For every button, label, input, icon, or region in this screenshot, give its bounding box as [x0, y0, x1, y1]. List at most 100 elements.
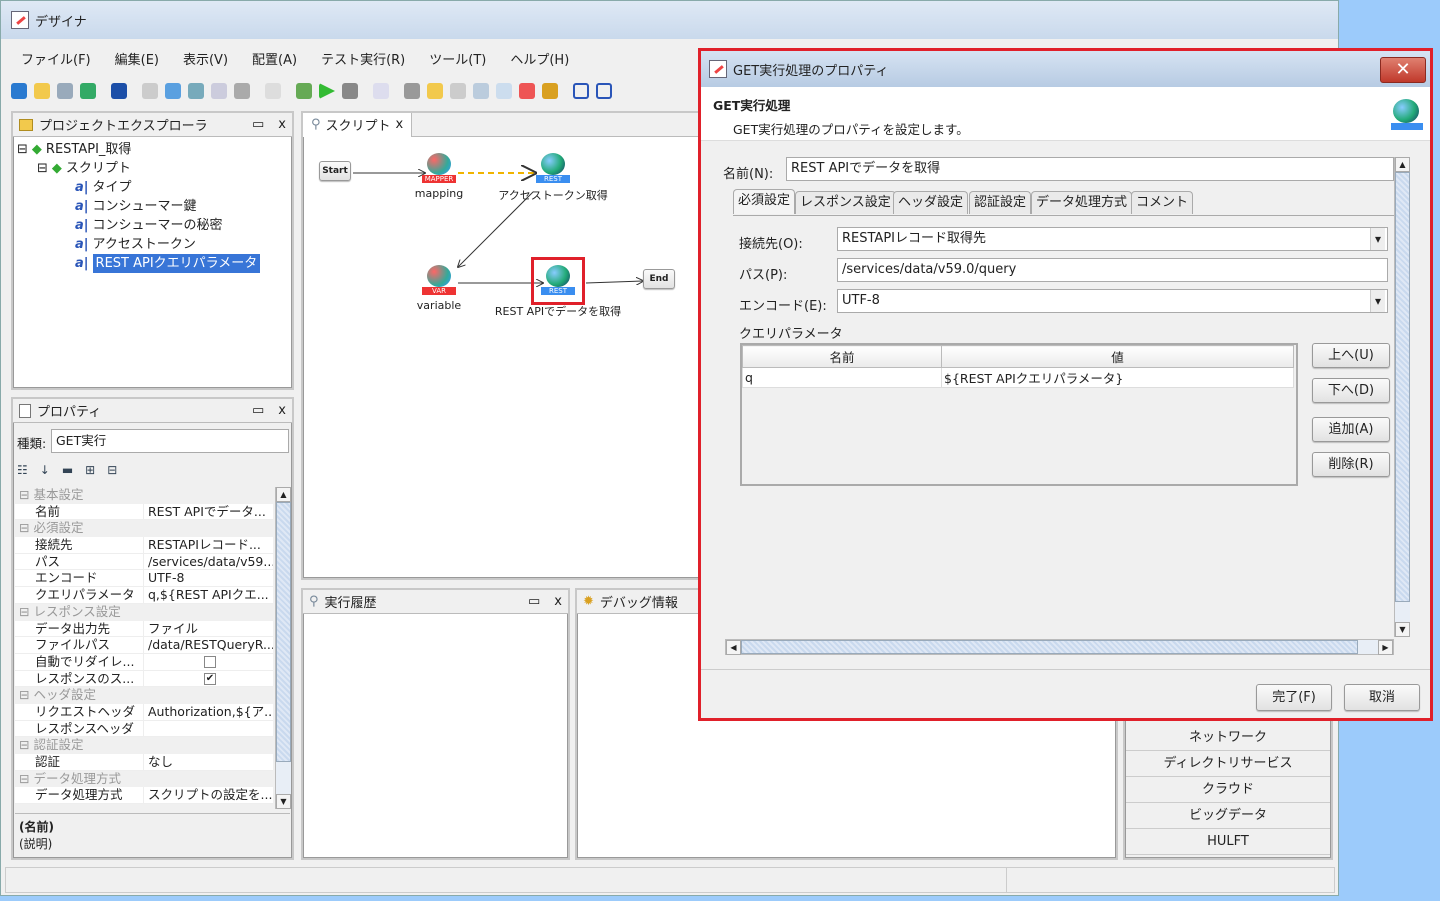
tab-script[interactable]: ⚲ スクリプト x — [303, 112, 413, 137]
name-field[interactable]: REST APIでデータを取得 — [786, 157, 1394, 181]
stop-icon[interactable] — [342, 83, 358, 99]
menu-help[interactable]: ヘルプ(H) — [498, 47, 581, 70]
tree-variable-selected[interactable]: a| REST APIクエリパラメータ — [17, 254, 288, 273]
property-checkbox[interactable] — [204, 656, 216, 669]
palette-hulft[interactable]: HULFT — [1126, 829, 1330, 855]
close-icon[interactable]: ✕ — [1380, 57, 1426, 83]
maximize-icon[interactable]: ▭ — [252, 117, 264, 132]
property-category[interactable]: ⊟ 必須設定 — [15, 520, 273, 537]
maximize-icon[interactable]: ▭ — [528, 594, 540, 609]
property-category[interactable]: ⊟ データ処理方式 — [15, 771, 273, 788]
property-category[interactable]: ⊟ ヘッダ設定 — [15, 687, 273, 704]
property-row[interactable]: ファイルパス/data/RESTQueryR... — [15, 637, 273, 654]
paste-icon[interactable] — [234, 83, 250, 99]
property-value[interactable]: UTF-8 — [143, 570, 273, 588]
delete-icon[interactable] — [519, 83, 535, 99]
tab-response[interactable]: レスポンス設定 — [795, 191, 896, 214]
folder-icon[interactable] — [427, 83, 443, 99]
table-row[interactable]: q ${REST APIクエリパラメータ} — [742, 367, 1294, 388]
align-grid-icon[interactable] — [596, 83, 612, 99]
sort-icon[interactable]: ↓ — [40, 463, 50, 477]
tree-project[interactable]: ⊟ ◆ RESTAPI_取得 — [17, 140, 288, 159]
menu-test-run[interactable]: テスト実行(R) — [309, 47, 417, 70]
column-header-name[interactable]: 名前 — [742, 345, 942, 368]
scroll-down-button[interactable]: ▼ — [1395, 622, 1410, 637]
scroll-thumb[interactable] — [1395, 172, 1410, 602]
add-button[interactable]: 追加(A) — [1312, 417, 1390, 442]
save-icon[interactable] — [111, 83, 127, 99]
property-grid-scrollbar[interactable]: ▲ ▼ — [275, 487, 291, 809]
encode-select[interactable]: UTF-8 — [837, 289, 1388, 313]
menu-file[interactable]: ファイル(F) — [9, 47, 103, 70]
cut-icon[interactable] — [188, 83, 204, 99]
grid-icon[interactable] — [373, 83, 389, 99]
scroll-up-button[interactable]: ▲ — [276, 487, 291, 502]
close-button[interactable]: x — [278, 117, 286, 132]
property-row[interactable]: データ出力先 ファイル — [15, 620, 273, 638]
property-row[interactable]: レスポンスヘッダ — [15, 720, 273, 738]
palette-network[interactable]: ネットワーク — [1126, 725, 1330, 751]
query-param-table[interactable]: 名前値 q ${REST APIクエリパラメータ} — [740, 343, 1298, 486]
property-row[interactable]: リクエストヘッダ Authorization,${ア... — [15, 703, 273, 721]
property-value[interactable]: ✔ — [143, 670, 273, 688]
access-token-node[interactable]: REST アクセストークン取得 — [493, 153, 613, 203]
property-value[interactable]: なし — [143, 754, 273, 771]
property-category[interactable]: ⊟ レスポンス設定 — [15, 604, 273, 621]
palette-cloud[interactable]: クラウド — [1126, 777, 1330, 803]
mapping-node[interactable]: MAPPER mapping — [409, 153, 469, 200]
debug-run-icon[interactable] — [296, 83, 312, 99]
property-value[interactable]: RESTAPIレコード... — [143, 537, 273, 554]
scroll-right-button[interactable]: ▶ — [1378, 640, 1393, 655]
path-field[interactable]: /services/data/v59.0/query — [837, 258, 1388, 282]
property-value[interactable]: ファイル — [143, 620, 273, 638]
document-icon[interactable] — [450, 83, 466, 99]
get-data-node[interactable]: REST REST APIでデータを取得 — [493, 265, 623, 319]
property-row[interactable]: 自動でリダイレ... — [15, 653, 273, 671]
property-row[interactable]: エンコード UTF-8 — [15, 570, 273, 588]
scroll-left-button[interactable]: ◀ — [726, 640, 741, 655]
connection-select[interactable]: RESTAPIレコード取得先 — [837, 227, 1388, 251]
new-script-icon[interactable] — [57, 83, 73, 99]
categorized-icon[interactable]: ☷ — [17, 463, 28, 477]
property-value[interactable]: /data/RESTQueryR... — [143, 637, 273, 654]
property-value[interactable]: スクリプトの設定を... — [143, 787, 273, 805]
redo-icon[interactable] — [165, 83, 181, 99]
history-icon[interactable] — [473, 83, 489, 99]
tab-comment[interactable]: コメント — [1131, 191, 1194, 214]
finish-button[interactable]: 完了(F) — [1256, 684, 1332, 711]
delete-button[interactable]: 削除(R) — [1312, 452, 1390, 477]
tree-variable[interactable]: a| コンシューマーの秘密 — [17, 216, 288, 235]
property-category[interactable]: ⊟ 認証設定 — [15, 737, 273, 754]
cancel-button[interactable]: 取消 — [1344, 684, 1420, 711]
table-icon[interactable] — [496, 83, 512, 99]
tree-variable[interactable]: a| アクセストークン — [17, 235, 288, 254]
new-project-icon[interactable] — [11, 83, 27, 99]
palette-directory-service[interactable]: ディレクトリサービス — [1126, 751, 1330, 777]
property-row[interactable]: 認証 なし — [15, 754, 273, 771]
move-down-button[interactable]: 下へ(D) — [1312, 378, 1390, 403]
property-category[interactable]: ⊟ 基本設定 — [15, 487, 273, 504]
scroll-thumb[interactable] — [741, 640, 1358, 654]
menu-tools[interactable]: ツール(T) — [417, 47, 498, 70]
property-value[interactable]: Authorization,${ア... — [143, 703, 273, 721]
tab-data-processing[interactable]: データ処理方式 — [1031, 191, 1133, 214]
align-icon[interactable] — [573, 83, 589, 99]
property-row[interactable]: 接続先 RESTAPIレコード... — [15, 537, 273, 554]
expand-icon[interactable]: ⊞ — [85, 463, 95, 477]
property-row[interactable]: クエリパラメータ q,${REST APIクエ... — [15, 587, 273, 604]
property-icon[interactable]: ▬ — [62, 463, 73, 477]
scroll-thumb[interactable] — [276, 502, 291, 762]
bug-icon[interactable] — [542, 83, 558, 99]
property-value[interactable]: q,${REST APIクエ... — [143, 587, 273, 604]
property-value[interactable]: /services/data/v59... — [143, 553, 273, 571]
end-node[interactable]: End — [643, 269, 675, 289]
scroll-up-button[interactable]: ▲ — [1395, 157, 1410, 172]
property-value[interactable] — [143, 720, 273, 738]
dialog-vertical-scrollbar[interactable]: ▲ ▼ — [1394, 157, 1410, 637]
cell-value[interactable]: ${REST APIクエリパラメータ} — [941, 367, 1294, 388]
close-button[interactable]: x — [278, 403, 286, 418]
close-button[interactable]: x — [554, 594, 562, 609]
variable-node[interactable]: VAR variable — [409, 265, 469, 312]
property-value[interactable]: REST APIでデータ... — [143, 503, 273, 521]
link-icon[interactable] — [265, 83, 281, 99]
